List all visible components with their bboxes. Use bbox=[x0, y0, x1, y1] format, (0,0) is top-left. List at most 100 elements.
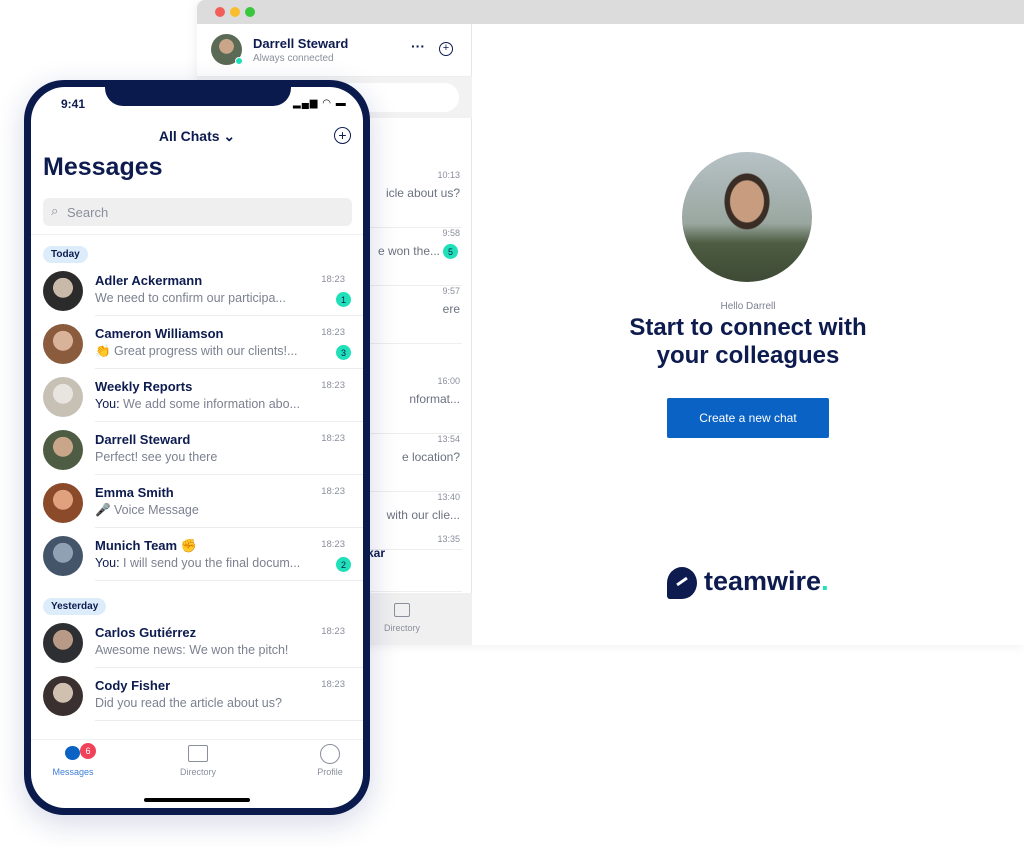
chat-name: Weekly Reports bbox=[95, 379, 193, 394]
chevron-down-icon: ⌄ bbox=[223, 128, 236, 144]
chat-list-item[interactable]: 9:58 e won the... 5 bbox=[367, 228, 462, 286]
chat-list-item[interactable]: 10:13 icle about us? bbox=[367, 170, 462, 228]
teamwire-logo-icon bbox=[667, 567, 697, 599]
avatar bbox=[43, 430, 83, 470]
user-photo bbox=[682, 152, 812, 282]
chat-name: Cody Fisher bbox=[95, 678, 171, 693]
chat-list-item[interactable]: Munich Team ✊ 18:23 You: I will send you t… bbox=[31, 528, 363, 581]
chat-list-item[interactable]: Darrell Steward 18:23 Perfect! see you the… bbox=[31, 422, 363, 475]
minimize-window-button[interactable] bbox=[230, 7, 240, 17]
chat-time: 18:23 bbox=[321, 380, 345, 391]
chat-time: 18:23 bbox=[321, 626, 345, 637]
chat-time: 9:58 bbox=[442, 228, 460, 238]
maximize-window-button[interactable] bbox=[245, 7, 255, 17]
greeting: Hello Darrell bbox=[720, 301, 776, 312]
chat-time: 10:13 bbox=[437, 170, 460, 180]
chat-time: 18:23 bbox=[321, 679, 345, 690]
chat-name: Adler Ackermann bbox=[95, 273, 203, 288]
chat-name: Darrell Steward bbox=[95, 432, 191, 447]
tab-messages[interactable]: Messages bbox=[43, 767, 103, 777]
chat-preview: We need to confirm our participa... bbox=[95, 291, 286, 305]
avatar bbox=[43, 377, 83, 417]
phone-notch bbox=[105, 87, 291, 106]
chat-list-item[interactable]: Cameron Williamson 18:23 👏 Great progress … bbox=[31, 316, 363, 369]
unread-badge: 2 bbox=[336, 557, 351, 572]
messages-badge: 6 bbox=[80, 743, 96, 759]
chat-list-item[interactable]: Adler Ackermann 18:23 We need to confirm o… bbox=[31, 263, 363, 316]
chat-list-item[interactable]: 13:54 e location? bbox=[367, 434, 462, 492]
chat-name: Munich Team ✊ bbox=[95, 538, 197, 553]
avatar bbox=[43, 271, 83, 311]
chat-time: 18:23 bbox=[321, 539, 345, 550]
section-today: Today bbox=[43, 246, 88, 263]
chat-preview: You: I will send you the final docum... bbox=[95, 556, 301, 570]
more-options-icon[interactable]: ··· bbox=[411, 38, 425, 54]
chat-preview: e won the... bbox=[377, 244, 440, 258]
tab-directory[interactable]: Directory bbox=[377, 623, 427, 633]
chat-time: 13:54 bbox=[437, 434, 460, 444]
search-input[interactable]: ⌕ Search bbox=[43, 198, 352, 226]
avatar bbox=[43, 536, 83, 576]
messages-icon bbox=[65, 746, 80, 760]
section-yesterday: Yesterday bbox=[43, 598, 107, 615]
chat-preview: e location? bbox=[401, 450, 460, 464]
close-window-button[interactable] bbox=[215, 7, 225, 17]
chat-time: 9:57 bbox=[442, 286, 460, 296]
chat-name: Carlos Gutiérrez bbox=[95, 625, 197, 640]
chat-preview: with our clie... bbox=[386, 508, 460, 522]
chat-list-item[interactable]: Carlos Gutiérrez 18:23 Awesome news: We wo… bbox=[31, 615, 363, 668]
user-status: Always connected bbox=[253, 53, 334, 64]
headline-line-2: your colleagues bbox=[656, 342, 840, 369]
welcome-panel: Hello Darrell Start to connect with your… bbox=[472, 24, 1024, 645]
chat-list-item[interactable]: 13:35 kar bbox=[367, 534, 462, 592]
chat-preview: 🎤 Voice Message bbox=[95, 503, 199, 517]
search-icon: ⌕ bbox=[51, 203, 59, 218]
home-indicator[interactable] bbox=[144, 798, 250, 802]
search-placeholder: Search bbox=[67, 205, 109, 220]
profile-icon bbox=[320, 744, 340, 764]
avatar bbox=[43, 623, 83, 663]
chat-time: 13:35 bbox=[437, 534, 460, 544]
avatar bbox=[43, 676, 83, 716]
chat-filter-dropdown[interactable]: All Chats ⌄ bbox=[31, 128, 363, 145]
chat-list-item[interactable]: 9:57 ere bbox=[367, 286, 462, 344]
tab-directory[interactable]: Directory bbox=[168, 767, 228, 777]
headline: Start to connect with your colleagues bbox=[472, 314, 1024, 370]
avatar bbox=[43, 324, 83, 364]
unread-badge: 5 bbox=[443, 244, 458, 259]
new-chat-icon[interactable]: + bbox=[334, 127, 351, 144]
page-title: Messages bbox=[43, 153, 163, 181]
chat-list-item[interactable]: Cody Fisher 18:23 Did you read the article… bbox=[31, 668, 363, 721]
chat-list-item[interactable]: Emma Smith 18:23 🎤 Voice Message bbox=[31, 475, 363, 528]
title-bar bbox=[197, 0, 1024, 24]
chat-preview: Awesome news: We won the pitch! bbox=[95, 643, 289, 657]
chat-name: Cameron Williamson bbox=[95, 326, 224, 341]
chat-time: 18:23 bbox=[321, 327, 345, 338]
chat-time: 18:23 bbox=[321, 486, 345, 497]
new-chat-icon[interactable]: + bbox=[439, 42, 453, 56]
chat-preview: You: We add some information abo... bbox=[95, 397, 300, 411]
directory-icon bbox=[188, 745, 208, 762]
chat-time: 13:40 bbox=[437, 492, 460, 502]
chat-list-item[interactable]: Weekly Reports 18:23 You: We add some info… bbox=[31, 369, 363, 422]
chat-list-item[interactable]: 16:00 nformat... bbox=[367, 376, 462, 434]
profile-header: Darrell Steward Always connected ··· + bbox=[197, 24, 472, 77]
chat-time: 18:23 bbox=[321, 433, 345, 444]
avatar bbox=[43, 483, 83, 523]
status-time: 9:41 bbox=[61, 97, 86, 111]
tab-profile[interactable]: Profile bbox=[300, 767, 360, 777]
unread-badge: 3 bbox=[336, 345, 351, 360]
online-status-icon bbox=[235, 57, 243, 65]
headline-line-1: Start to connect with bbox=[629, 314, 867, 341]
chat-preview: 👏 Great progress with our clients!... bbox=[95, 344, 298, 358]
user-name: Darrell Steward bbox=[253, 36, 349, 51]
create-chat-button[interactable]: Create a new chat bbox=[667, 398, 829, 438]
unread-badge: 1 bbox=[336, 292, 351, 307]
chat-preview: nformat... bbox=[409, 392, 460, 406]
chat-preview: Perfect! see you there bbox=[95, 450, 218, 464]
teamwire-logo-text: teamwire. bbox=[704, 566, 829, 596]
directory-icon bbox=[394, 603, 410, 617]
chat-preview: icle about us? bbox=[385, 186, 460, 200]
chat-preview: ere bbox=[442, 302, 460, 316]
chat-time: 16:00 bbox=[437, 376, 460, 386]
